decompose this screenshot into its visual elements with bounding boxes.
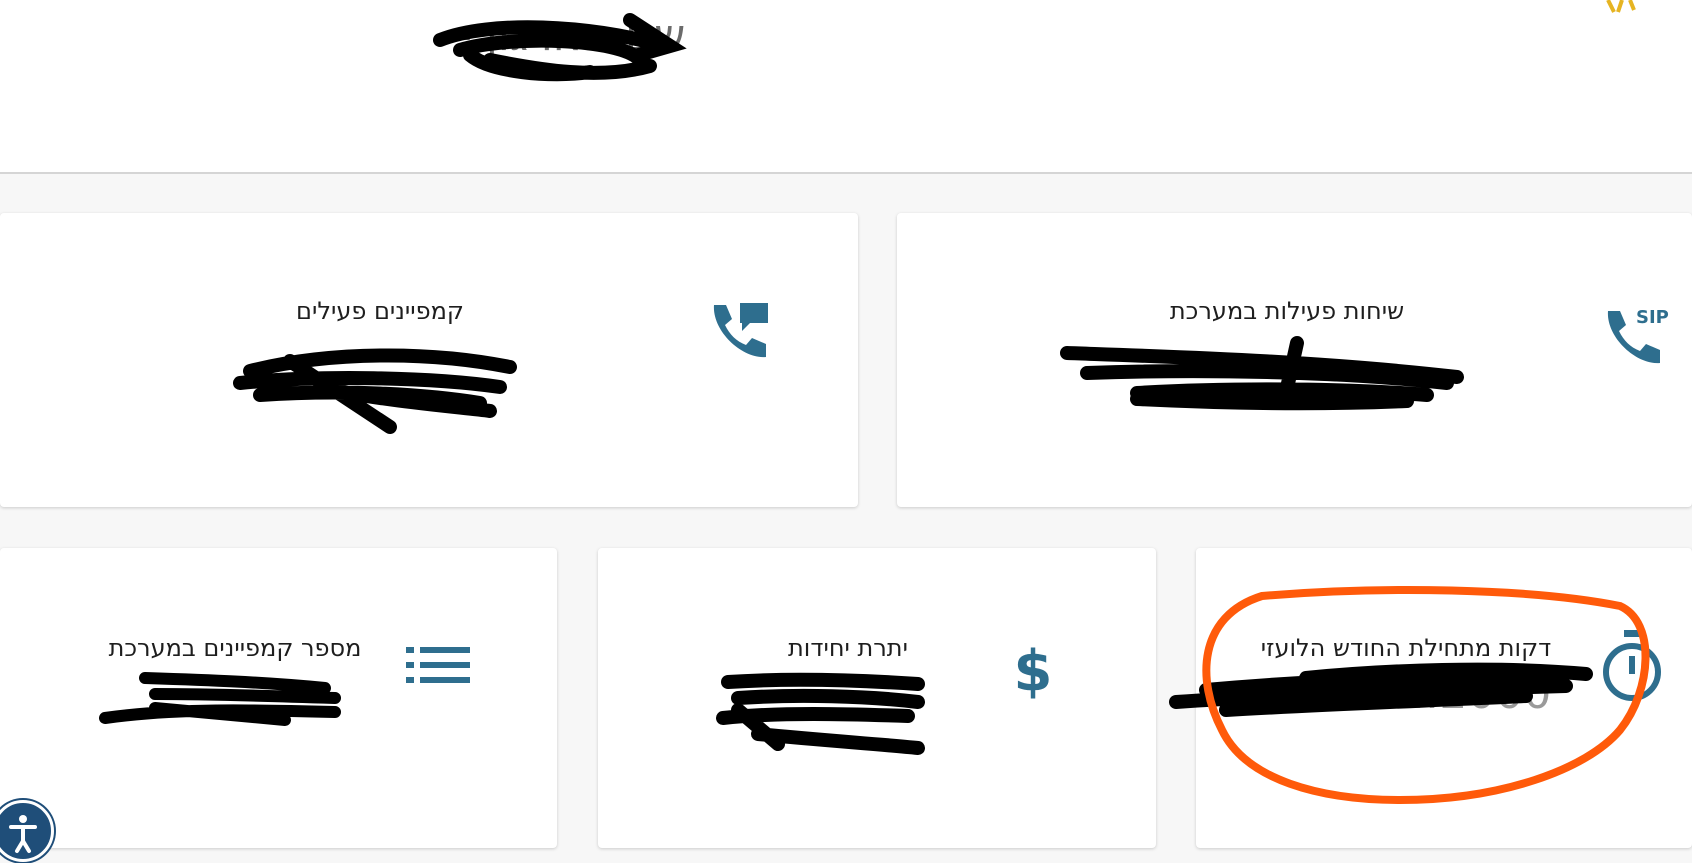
minutes-title: דקות מתחילת החודש הלועזי (1260, 634, 1552, 662)
phone-chat-icon (713, 303, 768, 358)
accessibility-button[interactable] (0, 800, 54, 862)
redaction-scribble (233, 348, 517, 434)
accessibility-icon (9, 815, 37, 853)
dollar-icon: $ (1014, 639, 1053, 700)
units-balance-card[interactable]: יתרת יחידות $ (598, 548, 1156, 848)
redaction-scribble (716, 672, 925, 755)
minutes-value: 322:2000 (1340, 668, 1552, 719)
svg-text:$: $ (1014, 639, 1053, 700)
active-campaigns-card[interactable]: קמפיינים פעילים (0, 213, 858, 507)
campaign-count-card[interactable]: מספר קמפיינים במערכת (0, 548, 557, 848)
units-balance-title: יתרת יחידות (788, 634, 908, 662)
redaction-scribble (99, 672, 341, 726)
corner-logo-fragment (1606, 0, 1636, 13)
org-title: שם הארגון - (456, 10, 686, 61)
stopwatch-icon (1603, 630, 1661, 701)
org-header: שם הארגון - (0, 0, 1692, 174)
minutes-card[interactable]: דקות מתחילת החודש הלועזי 322:2000 (1169, 548, 1692, 848)
active-calls-title: שיחות פעילות במערכת (1169, 297, 1405, 325)
svg-text:SIP: SIP (1636, 307, 1669, 328)
redaction-scribble (1060, 336, 1464, 411)
active-campaigns-title: קמפיינים פעילים (296, 297, 464, 325)
list-icon (406, 647, 470, 683)
active-calls-card[interactable]: שיחות פעילות במערכת SIP (897, 213, 1692, 507)
campaign-count-title: מספר קמפיינים במערכת (108, 634, 362, 662)
sip-phone-icon: SIP (1607, 307, 1669, 364)
